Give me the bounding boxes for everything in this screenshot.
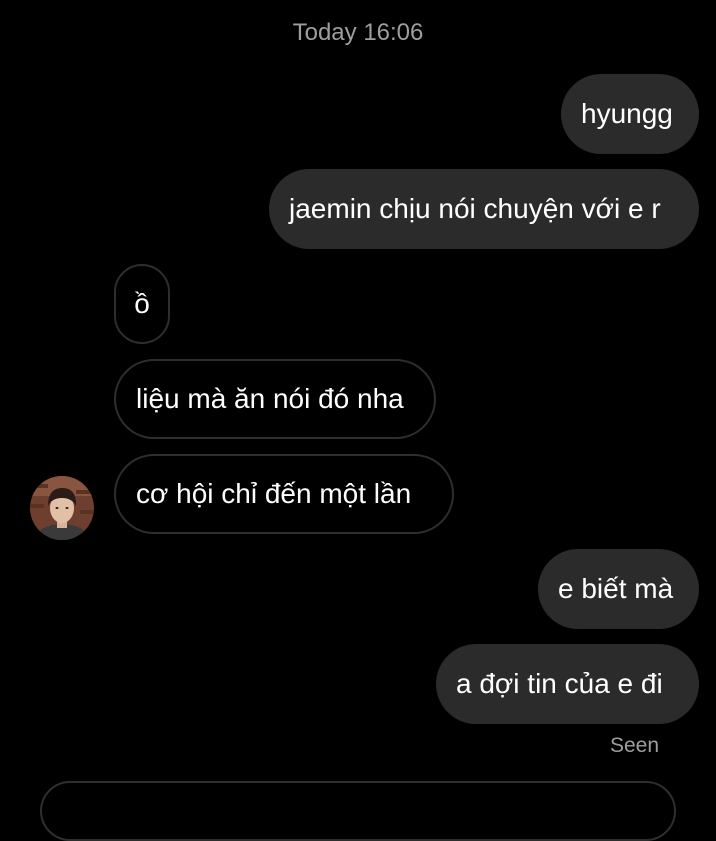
avatar-photo-icon (30, 476, 94, 540)
message-text: liệu mà ăn nói đó nha (136, 383, 404, 414)
thread-timestamp: Today 16:06 (292, 19, 424, 46)
message-bubble-outgoing[interactable]: jaemin chịu nói chuyện với e r (269, 169, 699, 249)
message-text: cơ hội chỉ đến một lần (136, 478, 412, 509)
message-bubble-outgoing[interactable]: hyungg (561, 74, 699, 154)
message-text: a đợi tin của e đi (456, 668, 663, 699)
message-text: ồ (134, 288, 150, 319)
message-input[interactable] (40, 781, 676, 841)
seen-indicator: Seen (609, 734, 659, 757)
message-text: e biết mà (558, 573, 674, 604)
message-bubble-outgoing[interactable]: e biết mà (538, 549, 699, 629)
contact-avatar[interactable] (30, 476, 94, 540)
message-bubble-incoming[interactable]: ồ (114, 264, 170, 344)
message-bubble-outgoing[interactable]: a đợi tin của e đi (436, 644, 699, 724)
message-text: jaemin chịu nói chuyện với e r (289, 193, 661, 224)
message-bubble-incoming[interactable]: cơ hội chỉ đến một lần (114, 454, 454, 534)
message-bubble-incoming[interactable]: liệu mà ăn nói đó nha (114, 359, 436, 439)
message-text: hyungg (581, 98, 673, 129)
